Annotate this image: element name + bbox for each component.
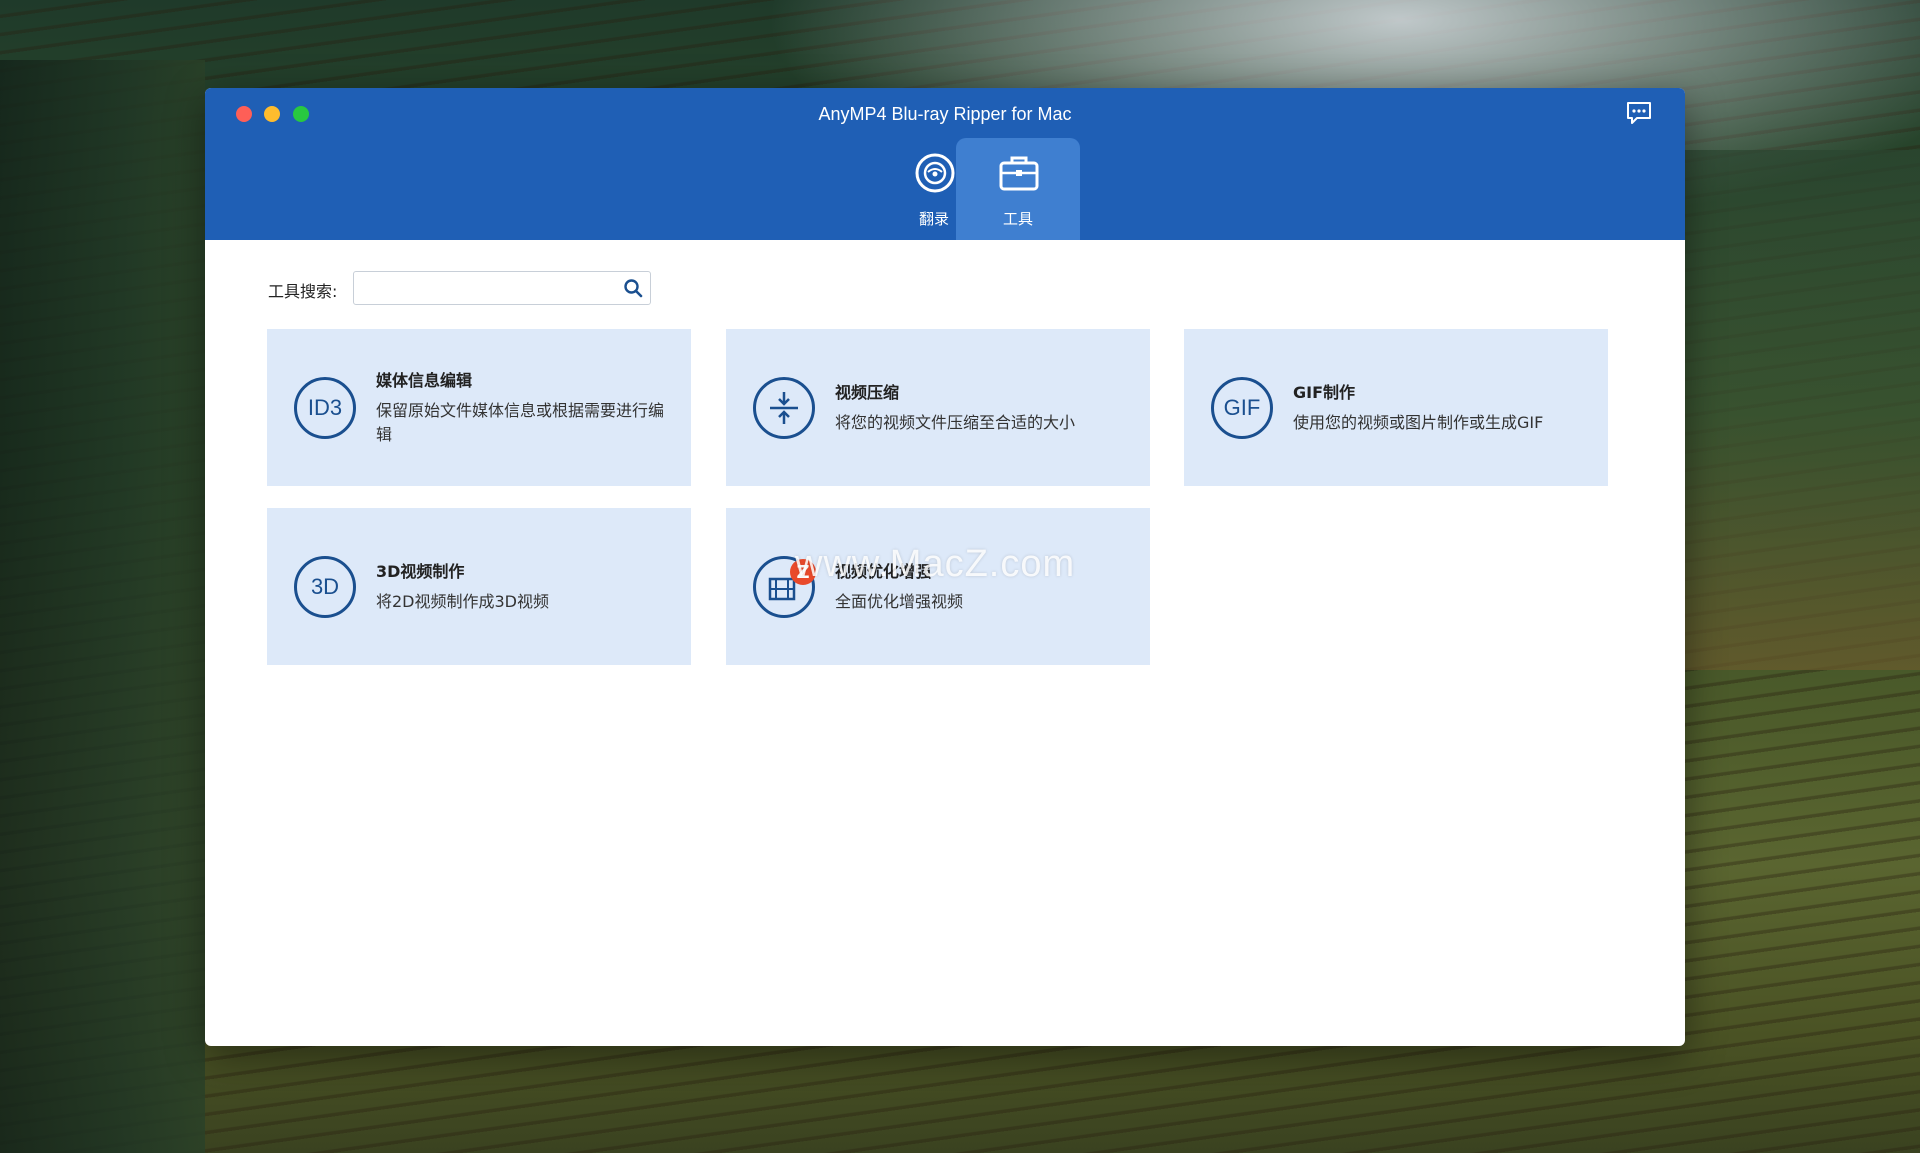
tool-title: 媒体信息编辑: [376, 371, 473, 390]
tool-search-box[interactable]: [353, 271, 651, 305]
tool-card-video-compress[interactable]: 视频压缩 将您的视频文件压缩至合适的大小: [726, 329, 1150, 486]
gif-icon-text: GIF: [1223, 395, 1261, 420]
tool-search-label: 工具搜索:: [268, 282, 338, 301]
tool-description: 将您的视频文件压缩至合适的大小: [835, 413, 1076, 432]
tool-search-input[interactable]: [360, 276, 614, 302]
app-window: AnyMP4 Blu-ray Ripper for Mac 翻录 工具 工具搜索…: [205, 88, 1685, 1046]
compress-icon: [753, 377, 815, 439]
tool-description: 使用您的视频或图片制作或生成GIF: [1293, 413, 1544, 432]
background-hills: [1685, 150, 1920, 670]
tool-title: GIF制作: [1293, 383, 1356, 402]
id3-icon: ID3: [294, 377, 356, 439]
tool-card-gif-maker[interactable]: GIF GIF制作 使用您的视频或图片制作或生成GIF: [1184, 329, 1608, 486]
window-title: AnyMP4 Blu-ray Ripper for Mac: [818, 104, 1072, 124]
3d-icon-text: 3D: [310, 574, 340, 599]
id3-icon-text: ID3: [307, 395, 343, 420]
3d-icon: 3D: [294, 556, 356, 618]
tool-description: 将2D视频制作成3D视频: [376, 592, 550, 611]
tool-title: 3D视频制作: [376, 562, 465, 581]
feedback-button[interactable]: [1625, 101, 1653, 125]
tool-description: 全面优化增强视频: [835, 592, 964, 611]
toolbox-icon: [999, 156, 1039, 191]
tool-card-media-metadata[interactable]: ID3 媒体信息编辑 保留原始文件媒体信息或根据需要进行编辑: [267, 329, 691, 486]
compress-arrows-icon: [770, 392, 798, 424]
gif-icon: GIF: [1211, 377, 1273, 439]
title-bar: AnyMP4 Blu-ray Ripper for Mac 翻录 工具: [205, 88, 1685, 240]
tab-tools-label: 工具: [1002, 210, 1033, 228]
tool-description: 保留原始文件媒体信息或根据需要进行编辑: [376, 401, 665, 444]
search-icon[interactable]: [623, 278, 643, 298]
tool-title: 视频压缩: [835, 383, 900, 402]
tool-card-3d-maker[interactable]: 3D 3D视频制作 将2D视频制作成3D视频: [267, 508, 691, 665]
disc-icon: [915, 153, 955, 193]
watermark-text: www.MacZ.com: [795, 543, 1076, 585]
chat-bubble-icon: [1627, 102, 1651, 124]
tab-tools[interactable]: 工具: [956, 138, 1080, 240]
background-forest: [0, 60, 205, 1153]
tool-card-video-enhance[interactable]: 视频优化增强 全面优化增强视频: [726, 508, 1150, 665]
